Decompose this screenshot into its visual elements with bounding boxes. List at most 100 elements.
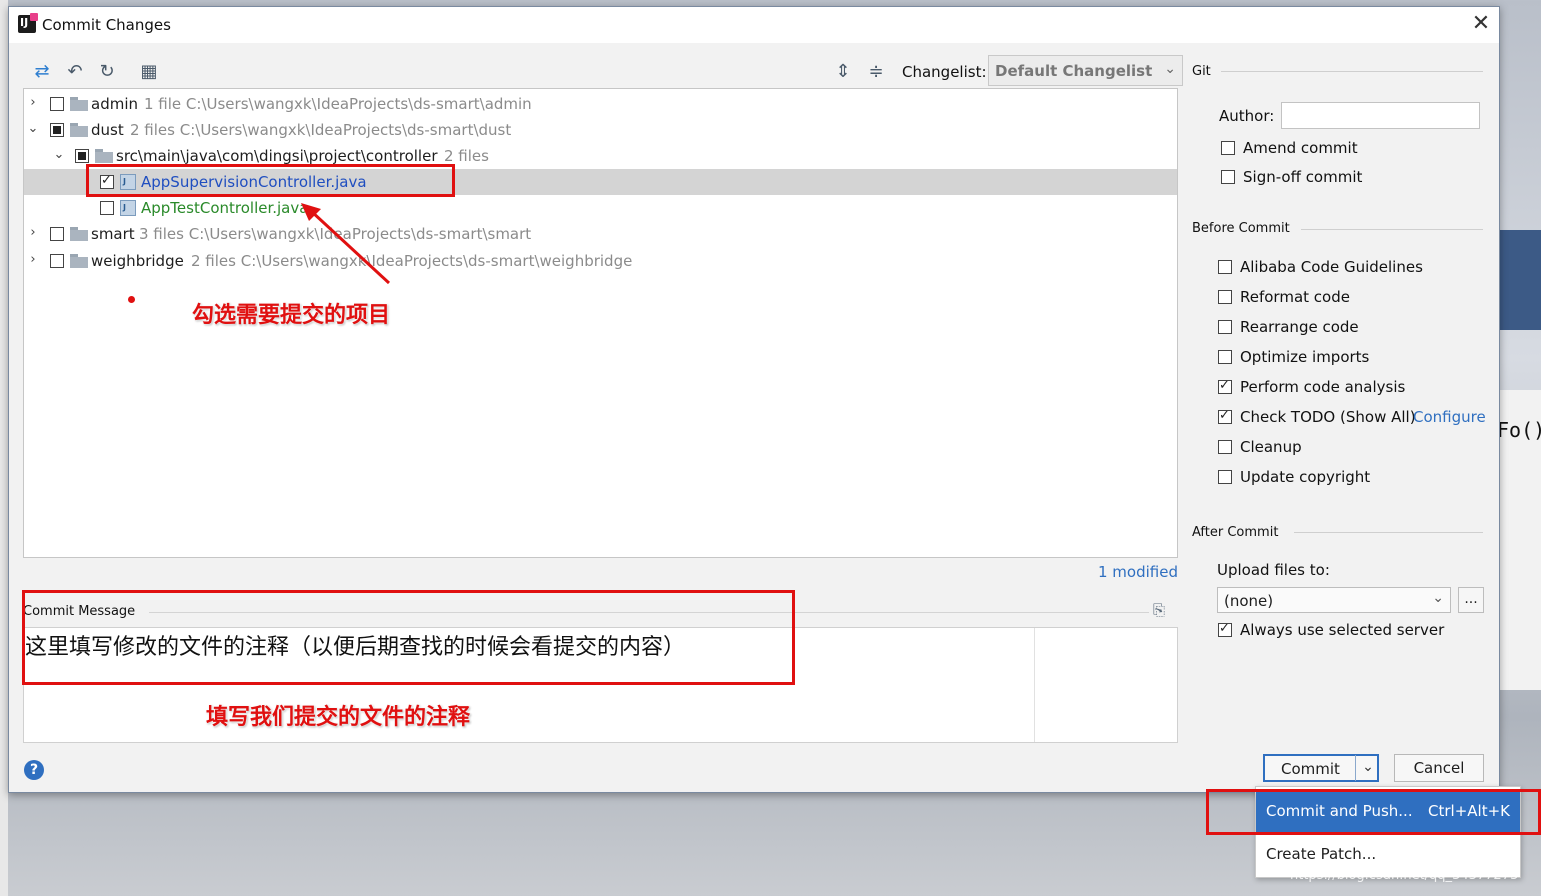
option-label: Update copyright xyxy=(1240,468,1371,486)
checkbox[interactable] xyxy=(1218,408,1232,424)
checkbox[interactable] xyxy=(1218,260,1232,274)
changelist-value: Default Changelist xyxy=(995,62,1153,80)
author-label: Author: xyxy=(1219,107,1275,125)
watermark: https://blog.csdn.net/qq_34377273 xyxy=(1290,868,1519,883)
upload-server-value: (none) xyxy=(1224,592,1274,610)
option-label: Cleanup xyxy=(1240,438,1302,456)
chevron-right-icon[interactable]: › xyxy=(26,252,40,267)
option-label: Optimize imports xyxy=(1240,348,1370,366)
checkbox[interactable] xyxy=(1218,440,1232,454)
tree-row-label: dust xyxy=(91,121,124,139)
checkbox-admin[interactable] xyxy=(50,97,64,111)
divider xyxy=(1294,532,1483,533)
configure-link[interactable]: Configure xyxy=(1413,408,1486,426)
chevron-right-icon[interactable]: › xyxy=(26,95,40,110)
option-label: Check TODO (Show All) xyxy=(1240,408,1416,426)
signoff-commit-checkbox[interactable] xyxy=(1221,170,1235,184)
signoff-commit-label: Sign-off commit xyxy=(1243,168,1363,186)
chevron-right-icon[interactable]: › xyxy=(26,225,40,240)
tree-row-smart[interactable]: › smart 3 files C:\Users\wangxk\IdeaProj… xyxy=(24,221,1177,247)
annotation-highlight-message xyxy=(22,590,795,685)
close-icon[interactable]: ✕ xyxy=(1469,12,1493,36)
folder-icon xyxy=(70,227,88,241)
refresh-icon[interactable]: ↻ xyxy=(96,61,118,83)
rollback-icon[interactable]: ↶ xyxy=(64,61,86,83)
checkbox-controller[interactable] xyxy=(75,149,89,163)
background-window-edge xyxy=(0,0,8,896)
tree-row-apptestcontroller[interactable]: AppTestController.java xyxy=(24,195,1177,221)
chevron-down-icon: ⌄ xyxy=(1432,590,1444,606)
java-file-icon xyxy=(120,200,136,216)
intellij-logo-icon xyxy=(18,13,38,33)
collapse-all-icon[interactable]: ≑ xyxy=(865,61,887,83)
dialog-title: Commit Changes xyxy=(42,16,171,34)
upload-server-select[interactable]: (none) ⌄ xyxy=(1217,587,1451,613)
folder-icon xyxy=(95,149,113,163)
upload-files-label: Upload files to: xyxy=(1217,561,1330,579)
amend-commit-label: Amend commit xyxy=(1243,139,1358,157)
divider xyxy=(1301,229,1483,230)
annotation-select-note: 勾选需要提交的项目 xyxy=(192,302,391,328)
expand-all-icon[interactable]: ⇕ xyxy=(832,61,854,83)
folder-icon xyxy=(70,97,88,111)
checkbox-smart[interactable] xyxy=(50,227,64,241)
modified-count[interactable]: 1 modified xyxy=(1098,563,1178,581)
tree-row-label: admin xyxy=(91,95,138,113)
help-icon[interactable]: ? xyxy=(24,760,44,780)
checkbox-apptestcontroller[interactable] xyxy=(100,201,114,215)
checkbox[interactable] xyxy=(1218,621,1232,637)
author-input[interactable] xyxy=(1281,102,1480,129)
checkbox[interactable] xyxy=(1218,378,1232,394)
changelist-select[interactable]: Default Changelist ⌄ xyxy=(988,55,1183,86)
annotation-highlight-push xyxy=(1206,789,1541,835)
checkbox-weighbridge[interactable] xyxy=(50,254,64,268)
option-label: Perform code analysis xyxy=(1240,378,1406,396)
tree-row-label: AppTestController.java xyxy=(141,199,309,217)
browse-button[interactable]: ... xyxy=(1458,587,1484,613)
before-commit-title: Before Commit xyxy=(1192,221,1290,236)
checkbox[interactable] xyxy=(1218,470,1232,484)
changelist-label: Changelist: xyxy=(902,63,987,81)
tree-row-info: 2 files C:\Users\wangxk\IdeaProjects\ds-… xyxy=(191,252,633,270)
checkbox[interactable] xyxy=(1218,320,1232,334)
annotation-message-note: 填写我们提交的文件的注释 xyxy=(206,704,471,730)
after-commit-title: After Commit xyxy=(1192,525,1279,540)
tree-row-label: weighbridge xyxy=(91,252,184,270)
annotation-highlight-file xyxy=(86,164,455,197)
tree-row-info: 2 files xyxy=(444,147,489,165)
tree-row-info: 2 files C:\Users\wangxk\IdeaProjects\ds-… xyxy=(130,121,512,139)
chevron-down-icon[interactable]: ⌄ xyxy=(26,121,40,136)
title-bar: Commit Changes ✕ xyxy=(9,7,1499,43)
chevron-down-icon: ⌄ xyxy=(1164,61,1176,77)
annotation-dot xyxy=(128,296,135,303)
tree-row-label: smart xyxy=(91,225,135,243)
checkbox-dust[interactable] xyxy=(50,123,64,137)
refresh-arrow-icon[interactable]: ⇄ xyxy=(31,61,53,83)
group-by-icon[interactable]: ▦ xyxy=(138,61,160,83)
menu-item-label: Create Patch... xyxy=(1266,845,1377,863)
commit-button-label: Commit xyxy=(1281,760,1340,778)
folder-icon xyxy=(70,123,88,137)
amend-commit-checkbox[interactable] xyxy=(1221,141,1235,155)
annotation-arrow xyxy=(301,203,391,285)
git-section-title: Git xyxy=(1192,64,1211,79)
commit-changes-dialog: Commit Changes ✕ ⇄ ↶ ↻ ▦ ⇕ ≑ Changelist:… xyxy=(8,6,1500,793)
option-label: Rearrange code xyxy=(1240,318,1359,336)
checkbox[interactable] xyxy=(1218,290,1232,304)
commit-message-history-icon[interactable]: ⎘ xyxy=(1153,601,1171,619)
tree-row-dust[interactable]: ⌄ dust 2 files C:\Users\wangxk\IdeaProje… xyxy=(24,117,1177,143)
option-label: Alibaba Code Guidelines xyxy=(1240,258,1423,276)
commit-options-dropdown[interactable]: ⌄ xyxy=(1355,755,1380,781)
tree-row-info: 1 file C:\Users\wangxk\IdeaProjects\ds-s… xyxy=(144,95,532,113)
tree-row-admin[interactable]: › admin 1 file C:\Users\wangxk\IdeaProje… xyxy=(24,91,1177,117)
divider xyxy=(1221,71,1483,72)
option-label: Always use selected server xyxy=(1240,621,1445,639)
chevron-down-icon[interactable]: ⌄ xyxy=(52,147,66,162)
background-ide-panel xyxy=(1498,230,1541,330)
checkbox[interactable] xyxy=(1218,350,1232,364)
cancel-button[interactable]: Cancel xyxy=(1394,754,1484,782)
folder-icon xyxy=(70,254,88,268)
option-label: Reformat code xyxy=(1240,288,1350,306)
tree-row-weighbridge[interactable]: › weighbridge 2 files C:\Users\wangxk\Id… xyxy=(24,248,1177,274)
background-code-text: Fo() xyxy=(1497,418,1541,442)
